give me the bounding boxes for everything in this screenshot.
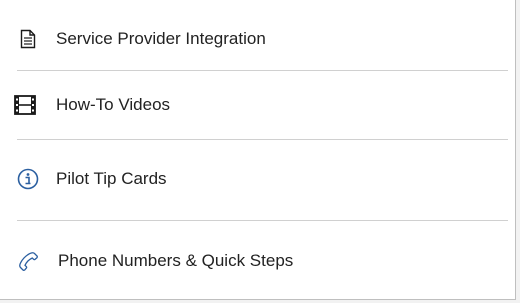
menu-item-how-to-videos[interactable]: How-To Videos	[0, 88, 516, 122]
info-icon	[17, 167, 39, 191]
menu-item-service-provider-integration[interactable]: Service Provider Integration	[0, 22, 516, 56]
menu-item-phone-numbers-quick-steps[interactable]: Phone Numbers & Quick Steps	[0, 244, 516, 278]
film-icon	[14, 93, 36, 117]
phone-icon	[17, 249, 39, 273]
menu-item-label: Phone Numbers & Quick Steps	[58, 251, 294, 270]
divider	[17, 139, 508, 140]
menu-item-label: Pilot Tip Cards	[56, 169, 167, 188]
document-icon	[17, 27, 39, 51]
menu-item-pilot-tip-cards[interactable]: Pilot Tip Cards	[0, 162, 516, 196]
divider	[17, 70, 508, 71]
menu-item-label: How-To Videos	[56, 95, 171, 114]
divider	[17, 220, 508, 221]
resource-menu-panel: Service Provider Integration How-To Vide…	[0, 0, 516, 300]
menu-item-label: Service Provider Integration	[56, 29, 266, 48]
